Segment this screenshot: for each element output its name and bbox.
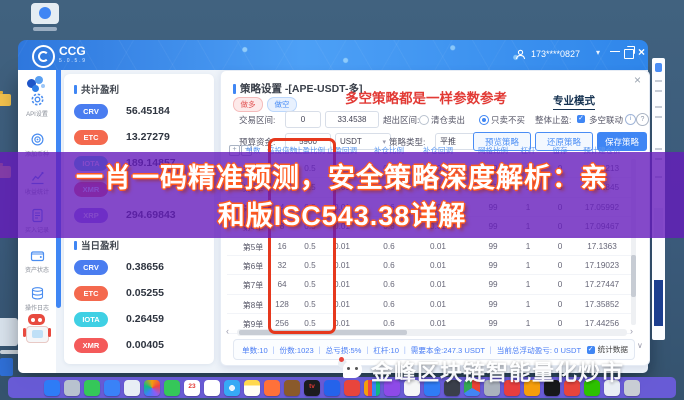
dock-icon-firefox[interactable] xyxy=(264,380,280,396)
watermark: 金峰区块链智能量化炒市 xyxy=(338,355,624,387)
profit-value: 0.05255 xyxy=(126,287,164,299)
dock-icon-reminders[interactable] xyxy=(204,380,220,396)
profit-row: XMR 0.00405 xyxy=(74,332,208,358)
coin-badge: XMR xyxy=(74,338,108,353)
notice-text: 多空策略都是一样参数参考 xyxy=(345,87,507,107)
profit-row: CRV 0.38656 xyxy=(74,254,208,280)
dock-icon-trash[interactable] xyxy=(624,380,640,396)
linkage-checkbox[interactable]: ✓ xyxy=(577,115,585,123)
coin-badge: ETC xyxy=(74,130,108,145)
profit-row: CRV 56.45184 xyxy=(74,98,208,124)
app-version: 5.0.5.9 xyxy=(59,58,87,64)
coin-badge: ETC xyxy=(74,286,108,301)
radio-clear-label[interactable]: 清仓卖出 xyxy=(431,114,465,126)
desktop-file-icon[interactable] xyxy=(0,318,18,346)
close-dialog-icon[interactable]: × xyxy=(634,73,641,87)
dock-icon-appletv[interactable]: tv xyxy=(304,380,320,396)
desktop-shortcut-icon[interactable] xyxy=(28,3,62,31)
dock-icon-messages[interactable] xyxy=(84,380,100,396)
desktop-file-label xyxy=(0,350,20,354)
radio-sell-only-label[interactable]: 只卖不买 xyxy=(491,114,525,126)
overlay-text-line2: 和版ISC543.38详解 xyxy=(0,194,684,233)
logged-in-user[interactable]: 173****0827 xyxy=(531,49,580,59)
target-icon[interactable] xyxy=(30,132,45,147)
dock-icon-facetime[interactable] xyxy=(164,380,180,396)
coin-badge: IOTA xyxy=(74,312,108,327)
today-profit-header: 当日盈利 xyxy=(74,238,119,252)
coin-badge: CRV xyxy=(74,260,108,275)
stats-toggle[interactable]: ✓ 统计数据 xyxy=(581,344,628,355)
stats-label: 统计数据 xyxy=(598,344,628,355)
sidebar-item-api-settings[interactable]: API设置 xyxy=(18,109,56,118)
scroll-right-icon[interactable]: › xyxy=(630,326,633,336)
stats-checkbox[interactable]: ✓ xyxy=(587,346,595,354)
help-icon[interactable]: ? xyxy=(636,113,649,126)
radio-sell-only[interactable] xyxy=(479,115,489,125)
dock-icon-launchpad[interactable] xyxy=(64,380,80,396)
profit-value: 0.38656 xyxy=(126,261,164,273)
dock-icon-glyph: 23 xyxy=(188,384,195,391)
profit-value: 0.26459 xyxy=(126,313,164,325)
tab-short[interactable]: 做空 xyxy=(267,97,297,112)
wallet-icon[interactable] xyxy=(30,248,45,263)
minimize-button[interactable]: — xyxy=(610,46,620,57)
chat-bubbles-icon xyxy=(338,359,365,383)
today-profit-list: CRV 0.38656 ETC 0.05255 IOTA 0.26459 XMR… xyxy=(74,254,208,358)
dock-icon-safari[interactable] xyxy=(224,380,240,396)
database-icon[interactable] xyxy=(30,286,45,301)
desktop-folder-icon[interactable] xyxy=(0,94,11,106)
profit-row: IOTA 0.26459 xyxy=(74,306,208,332)
range-low-input[interactable]: 0 xyxy=(285,111,321,128)
background-window-edge xyxy=(0,358,13,376)
coin-badge: CRV xyxy=(74,104,108,119)
watermark-text: 金峰区块链智能量化炒市 xyxy=(371,355,624,387)
promo-overlay-banner: 一肖一码精准预测，安全策略深度解析：亲 和版ISC543.38详解 xyxy=(0,152,684,238)
range-high-input[interactable]: 33.4538 xyxy=(325,111,379,128)
profit-row: ETC 13.27279 xyxy=(74,124,208,150)
desktop-shortcut-image xyxy=(31,3,59,24)
scroll-left-icon[interactable]: ‹ xyxy=(226,326,229,336)
dock-icon-glyph: tv xyxy=(309,384,315,391)
restore-button[interactable] xyxy=(624,49,634,59)
desktop-shortcut-label xyxy=(33,27,57,31)
profit-value: 13.27279 xyxy=(126,131,170,143)
collapse-chevron-icon[interactable]: ∨ xyxy=(637,341,643,350)
profit-value: 56.45184 xyxy=(126,105,170,117)
user-icon xyxy=(515,49,526,60)
dock-icon-mail[interactable] xyxy=(104,380,120,396)
trade-range-label: 交易区间: xyxy=(239,114,275,126)
total-profit-header: 共计盈利 xyxy=(74,82,119,96)
sidebar-item-operation-log[interactable]: 操作日志 xyxy=(18,303,56,312)
scrollbar-thumb[interactable] xyxy=(631,255,636,297)
dock-icon-notes[interactable] xyxy=(244,380,260,396)
gear-icon[interactable] xyxy=(30,92,45,107)
sidebar-item-asset-status[interactable]: 资产状态 xyxy=(18,265,56,274)
app-logo-icon xyxy=(32,45,55,68)
overlay-text-line1: 一肖一码精准预测，安全策略深度解析：亲 xyxy=(0,156,684,195)
radio-clear-position[interactable] xyxy=(419,115,429,125)
dock-icon-calendar[interactable]: 23 xyxy=(184,380,200,396)
profit-row: ETC 0.05255 xyxy=(74,280,208,306)
info-icon[interactable]: i xyxy=(625,114,636,125)
pro-mode-link[interactable]: 专业模式 xyxy=(553,93,595,110)
robot-mascot xyxy=(25,312,49,346)
linkage-label: 多空联动 xyxy=(589,114,623,126)
app-name: CCG xyxy=(59,45,86,57)
out-range-label: 超出区间: xyxy=(383,114,419,126)
take-profit-label: 整体止盈: xyxy=(535,114,571,126)
dock-icon-photos[interactable] xyxy=(144,380,160,396)
dock-icon-books[interactable] xyxy=(284,380,300,396)
profit-value: 0.00405 xyxy=(126,339,164,351)
tab-long[interactable]: 做多 xyxy=(233,97,263,112)
dialog-title: 策略设置 -[APE-USDT-多] xyxy=(233,81,363,96)
dock-icon-finder[interactable] xyxy=(44,380,60,396)
user-menu-caret-icon[interactable]: ▾ xyxy=(596,48,600,57)
close-window-button[interactable]: × xyxy=(638,45,645,59)
dock-icon-maps[interactable] xyxy=(124,380,140,396)
